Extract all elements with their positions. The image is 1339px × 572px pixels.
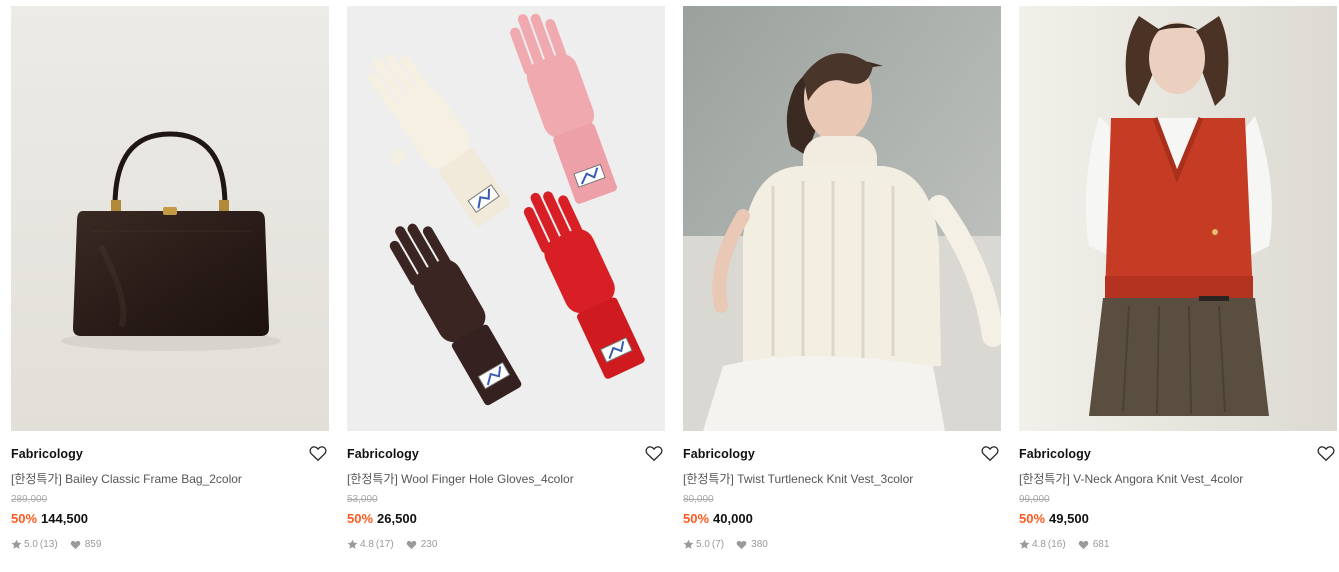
product-card[interactable]: Fabricology [한정특가] Wool Finger Hole Glov… [347, 6, 665, 566]
brand-name[interactable]: Fabricology [347, 447, 419, 461]
product-meta: 4.8 (16) 681 [1019, 539, 1109, 550]
rating-value: 5.0 [696, 539, 710, 550]
product-name[interactable]: [한정특가] Twist Turtleneck Knit Vest_3color [683, 470, 1001, 487]
review-count: (16) [1047, 539, 1066, 550]
brand-name[interactable]: Fabricology [11, 447, 83, 461]
rating-value: 4.8 [360, 539, 374, 550]
price-row: 50% 49,500 [1019, 511, 1089, 526]
product-name[interactable]: [한정특가] Bailey Classic Frame Bag_2color [11, 470, 329, 487]
product-image-knit-vest[interactable] [683, 6, 1001, 431]
star-icon [683, 539, 694, 549]
discount-rate: 50% [11, 511, 38, 526]
product-image-bag[interactable] [11, 6, 329, 431]
original-price: 289,000 [11, 494, 48, 505]
product-meta: 5.0 (13) 859 [11, 539, 101, 550]
product-image-angora-vest[interactable] [1019, 6, 1337, 431]
rating-value: 5.0 [24, 539, 38, 550]
heart-filled-icon [736, 540, 747, 549]
sale-price: 40,000 [713, 511, 753, 526]
brand-row: Fabricology [11, 445, 329, 463]
original-price: 80,000 [683, 494, 714, 505]
discount-rate: 50% [1019, 511, 1046, 526]
product-card[interactable]: Fabricology [한정특가] Twist Turtleneck Knit… [683, 6, 1001, 566]
brand-row: Fabricology [347, 445, 665, 463]
product-card[interactable]: Fabricology [한정특가] Bailey Classic Frame … [11, 6, 329, 566]
product-meta: 4.8 (17) 230 [347, 539, 437, 550]
price-row: 50% 144,500 [11, 511, 88, 526]
sale-price: 26,500 [377, 511, 417, 526]
discount-rate: 50% [683, 511, 710, 526]
product-name[interactable]: [한정특가] Wool Finger Hole Gloves_4color [347, 470, 665, 487]
product-name[interactable]: [한정특가] V-Neck Angora Knit Vest_4color [1019, 470, 1337, 487]
brand-row: Fabricology [1019, 445, 1337, 463]
like-count: 859 [84, 539, 102, 550]
heart-filled-icon [406, 540, 417, 549]
like-count: 230 [420, 539, 438, 550]
product-image-gloves[interactable] [347, 6, 665, 431]
review-count: (17) [375, 539, 394, 550]
brand-name[interactable]: Fabricology [1019, 447, 1091, 461]
sale-price: 144,500 [41, 511, 89, 526]
original-price: 53,000 [347, 494, 378, 505]
price-row: 50% 40,000 [683, 511, 753, 526]
sale-price: 49,500 [1049, 511, 1089, 526]
like-count: 380 [751, 539, 768, 550]
product-grid: Fabricology [한정특가] Bailey Classic Frame … [0, 0, 1339, 572]
price-row: 50% 26,500 [347, 511, 417, 526]
heart-filled-icon [70, 540, 81, 549]
brand-name[interactable]: Fabricology [683, 447, 755, 461]
product-card[interactable]: Fabricology [한정특가] V-Neck Angora Knit Ve… [1019, 6, 1337, 566]
heart-filled-icon [1078, 540, 1089, 549]
heart-outline-icon[interactable] [1317, 445, 1335, 462]
star-icon [347, 539, 358, 549]
original-price: 99,000 [1019, 494, 1050, 505]
discount-rate: 50% [347, 511, 374, 526]
heart-outline-icon[interactable] [645, 445, 663, 462]
star-icon [1019, 539, 1030, 549]
rating-value: 4.8 [1032, 539, 1046, 550]
review-count: (13) [39, 539, 58, 550]
heart-outline-icon[interactable] [981, 445, 999, 462]
brand-row: Fabricology [683, 445, 1001, 463]
review-count: (7) [711, 539, 725, 550]
like-count: 681 [1092, 539, 1110, 550]
heart-outline-icon[interactable] [309, 445, 327, 462]
star-icon [11, 539, 22, 549]
product-meta: 5.0 (7) 380 [683, 539, 768, 550]
